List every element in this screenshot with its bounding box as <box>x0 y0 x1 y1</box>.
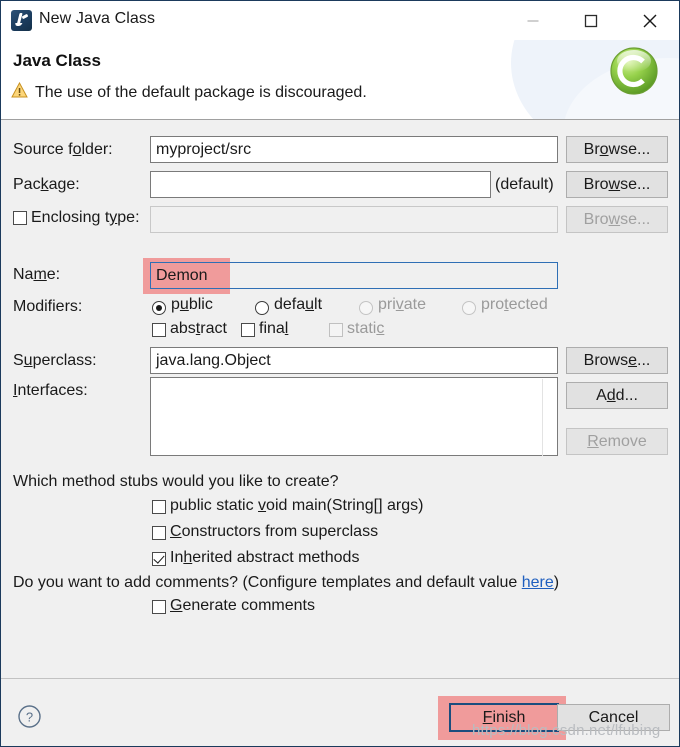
modifier-label-default: default <box>274 296 323 313</box>
modifier-label-private: private <box>378 296 427 313</box>
interfaces-label: Interfaces: <box>13 382 88 399</box>
enclosing-type-label: Enclosing type: <box>31 209 140 226</box>
modifier-radio-default[interactable] <box>255 301 269 315</box>
modifiers-label: Modifiers: <box>13 298 83 315</box>
svg-text:?: ? <box>26 710 33 725</box>
warning-message: The use of the default package is discou… <box>35 83 367 101</box>
warning-triangle-icon <box>11 81 28 103</box>
superclass-label: Superclass: <box>13 352 97 369</box>
stub-checkbox-constructors[interactable] <box>152 526 166 540</box>
modifier-label-public: public <box>171 296 213 313</box>
title-bar: New Java Class <box>1 1 679 40</box>
window-title: New Java Class <box>39 10 156 27</box>
modifier-label-abstract: abstract <box>170 320 227 337</box>
modifier-checkbox-final[interactable] <box>241 323 255 337</box>
generate-comments-label: Generate comments <box>170 597 315 614</box>
page-title: Java Class <box>13 51 101 70</box>
form-area: Source folder: myproject/src Browse... P… <box>1 121 679 678</box>
enclosing-type-checkbox[interactable] <box>13 211 27 225</box>
modifier-checkbox-static <box>329 323 343 337</box>
source-folder-browse-button[interactable]: Browse... <box>566 136 668 163</box>
new-java-class-dialog: New Java Class Java Class The use of the… <box>0 0 680 747</box>
stub-checkbox-inherited[interactable] <box>152 552 166 566</box>
modifier-label-protected: protected <box>481 296 548 313</box>
dialog-header: Java Class The use of the default packag… <box>1 40 679 120</box>
interfaces-remove-button: Remove <box>566 428 668 455</box>
modifier-checkbox-abstract[interactable] <box>152 323 166 337</box>
modifier-label-final: final <box>259 320 289 337</box>
green-c-logo <box>609 46 659 96</box>
modifier-radio-protected <box>462 301 476 315</box>
comments-question: Do you want to add comments? (Configure … <box>13 574 560 591</box>
interfaces-list[interactable] <box>150 377 558 456</box>
package-label: Package: <box>13 176 80 193</box>
method-stubs-question: Which method stubs would you like to cre… <box>13 473 339 490</box>
enclosing-type-browse-button: Browse... <box>566 206 668 233</box>
package-browse-button[interactable]: Browse... <box>566 171 668 198</box>
modifier-radio-private <box>359 301 373 315</box>
name-input[interactable]: Demon <box>150 262 558 289</box>
superclass-input[interactable]: java.lang.Object <box>150 347 558 374</box>
stub-label-inherited: Inherited abstract methods <box>170 549 360 566</box>
source-folder-label: Source folder: <box>13 141 113 158</box>
stub-label-constructors: Constructors from superclass <box>170 523 379 540</box>
modifier-radio-public[interactable] <box>152 301 166 315</box>
modifier-label-static: static <box>347 320 385 337</box>
stub-checkbox-main[interactable] <box>152 500 166 514</box>
package-input[interactable] <box>150 171 491 198</box>
stub-label-main: public static void main(String[] args) <box>170 497 424 514</box>
maximize-icon[interactable] <box>568 1 614 40</box>
interfaces-list-divider <box>542 379 543 456</box>
warning-row: The use of the default package is discou… <box>11 81 367 103</box>
source-folder-input[interactable]: myproject/src <box>150 136 558 163</box>
name-label: Name: <box>13 266 61 283</box>
close-icon[interactable] <box>627 1 673 40</box>
generate-comments-checkbox[interactable] <box>152 600 166 614</box>
interfaces-add-button[interactable]: Add... <box>566 382 668 409</box>
configure-templates-link[interactable]: here <box>522 574 554 591</box>
java-class-icon <box>11 10 32 31</box>
minimize-icon[interactable] <box>510 1 556 40</box>
help-question-icon[interactable]: ? <box>17 704 42 729</box>
watermark-text: https://blog.csdn.net/lfubing <box>472 722 661 739</box>
package-default-suffix: (default) <box>495 176 554 193</box>
enclosing-type-input <box>150 206 558 233</box>
superclass-browse-button[interactable]: Browse... <box>566 347 668 374</box>
